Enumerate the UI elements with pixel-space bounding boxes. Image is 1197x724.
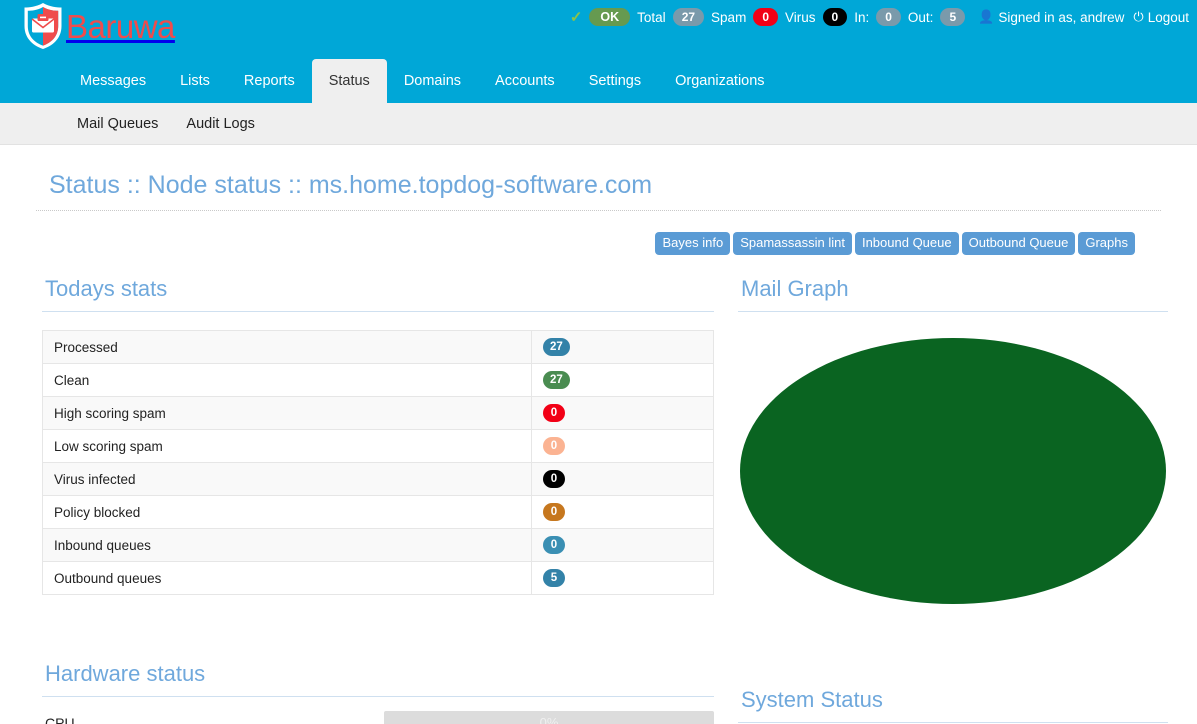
stat-value-cell: 0 — [531, 528, 714, 562]
todays-stats-table: Processed 27 Clean 27 High scoring spam … — [42, 330, 714, 595]
hardware-status-section: Hardware status CPU 0% Memory 87% — [42, 661, 714, 724]
stat-badge: 0 — [543, 470, 565, 488]
stat-value-cell: 0 — [531, 495, 714, 529]
table-row: Virus infected 0 — [42, 462, 714, 496]
cpu-progress-bar: 0% — [384, 711, 714, 724]
spam-label: Spam — [711, 9, 747, 25]
hardware-row-cpu: CPU 0% — [42, 711, 714, 724]
stat-label: Virus infected — [42, 462, 532, 496]
brand-name: Baruwa — [66, 7, 175, 45]
nav-item-organizations[interactable]: Organizations — [658, 59, 781, 103]
page-action-buttons: Bayes info Spamassassin lint Inbound Que… — [36, 232, 1161, 255]
shield-envelope-logo-icon — [22, 2, 64, 50]
virus-count-badge: 0 — [822, 8, 848, 26]
logout-link[interactable]: ⏻ Logout — [1133, 9, 1189, 25]
page-title: Status :: Node status :: ms.home.topdog-… — [36, 145, 1161, 211]
main-navigation: Messages Lists Reports Status Domains Ac… — [0, 56, 1197, 103]
left-column: Todays stats Processed 27 Clean 27 High … — [42, 276, 714, 724]
subnav-item-mail-queues[interactable]: Mail Queues — [63, 103, 172, 145]
logout-label: Logout — [1147, 9, 1189, 25]
cpu-progress-label: 0% — [539, 715, 559, 724]
stat-label: Clean — [42, 363, 532, 397]
table-row: Outbound queues 5 — [42, 561, 714, 595]
stat-badge: 0 — [543, 503, 565, 521]
mail-graph-chart — [738, 326, 1168, 616]
table-row: Low scoring spam 0 — [42, 429, 714, 463]
stat-label: Inbound queues — [42, 528, 532, 562]
top-bar: Baruwa ✓ OK Total 27 Spam 0 Virus 0 In: … — [0, 0, 1197, 56]
inbound-queue-button[interactable]: Inbound Queue — [854, 232, 959, 255]
stat-badge: 0 — [543, 437, 565, 455]
stat-label: Outbound queues — [42, 561, 532, 595]
nav-item-domains[interactable]: Domains — [387, 59, 478, 103]
status-badge-ok: OK — [589, 8, 631, 26]
sub-navigation: Mail Queues Audit Logs — [0, 103, 1197, 145]
check-icon: ✓ — [569, 9, 583, 26]
global-status-bar: ✓ OK Total 27 Spam 0 Virus 0 In: 0 Out: … — [570, 8, 1189, 26]
table-row: Processed 27 — [42, 330, 714, 364]
power-icon: ⏻ — [1133, 9, 1144, 24]
stat-badge: 27 — [543, 371, 570, 389]
nav-item-lists[interactable]: Lists — [163, 59, 227, 103]
inbound-label: In: — [854, 9, 870, 25]
spam-count-badge: 0 — [753, 8, 779, 26]
stat-badge: 0 — [543, 404, 565, 422]
stat-badge: 5 — [543, 569, 565, 587]
right-column: Mail Graph System Status Scanners ✔6 pro… — [738, 276, 1168, 724]
signed-in-user[interactable]: 👤 Signed in as, andrew — [978, 9, 1124, 25]
stat-value-cell: 0 — [531, 462, 714, 496]
nav-item-status[interactable]: Status — [311, 59, 387, 103]
hardware-status-title: Hardware status — [42, 661, 714, 697]
system-status-title: System Status — [738, 687, 1168, 723]
total-count-badge: 27 — [672, 8, 705, 26]
stat-value-cell: 5 — [531, 561, 714, 595]
todays-stats-title: Todays stats — [42, 276, 714, 312]
outbound-label: Out: — [907, 9, 934, 25]
nav-item-reports[interactable]: Reports — [227, 59, 312, 103]
brand-logo-link[interactable]: Baruwa — [22, 0, 175, 52]
table-row: Policy blocked 0 — [42, 495, 714, 529]
stat-label: Low scoring spam — [42, 429, 532, 463]
spamassassin-lint-button[interactable]: Spamassassin lint — [733, 232, 852, 255]
mail-graph-title: Mail Graph — [738, 276, 1168, 312]
user-icon: 👤 — [978, 9, 995, 24]
nav-item-accounts[interactable]: Accounts — [478, 59, 572, 103]
stat-value-cell: 0 — [531, 396, 714, 430]
stat-value-cell: 27 — [531, 330, 714, 364]
hardware-label: CPU — [45, 714, 75, 724]
table-row: Inbound queues 0 — [42, 528, 714, 562]
total-label: Total — [637, 9, 666, 25]
nav-item-settings[interactable]: Settings — [572, 59, 658, 103]
system-status-section: System Status Scanners ✔6 processes MTA — [738, 687, 1168, 724]
stat-label: Processed — [42, 330, 532, 364]
stat-value-cell: 0 — [531, 429, 714, 463]
nav-item-messages[interactable]: Messages — [63, 59, 163, 103]
stat-value-cell: 27 — [531, 363, 714, 397]
signed-in-label: Signed in as, andrew — [998, 9, 1125, 25]
outbound-count-badge: 5 — [940, 8, 966, 26]
subnav-item-audit-logs[interactable]: Audit Logs — [172, 103, 269, 145]
inbound-count-badge: 0 — [876, 8, 901, 26]
mail-graph-pie-svg — [740, 338, 1166, 604]
stat-badge: 27 — [543, 338, 570, 356]
virus-label: Virus — [785, 9, 816, 25]
pie-slice-clean — [740, 338, 1166, 604]
stat-label: High scoring spam — [42, 396, 532, 430]
stat-badge: 0 — [543, 536, 565, 554]
outbound-queue-button[interactable]: Outbound Queue — [961, 232, 1076, 255]
graphs-button[interactable]: Graphs — [1078, 232, 1135, 255]
stat-label: Policy blocked — [42, 495, 532, 529]
table-row: High scoring spam 0 — [42, 396, 714, 430]
bayes-info-button[interactable]: Bayes info — [655, 232, 731, 255]
page-content: Status :: Node status :: ms.home.topdog-… — [0, 145, 1197, 724]
table-row: Clean 27 — [42, 363, 714, 397]
dashboard-columns: Todays stats Processed 27 Clean 27 High … — [36, 276, 1168, 724]
